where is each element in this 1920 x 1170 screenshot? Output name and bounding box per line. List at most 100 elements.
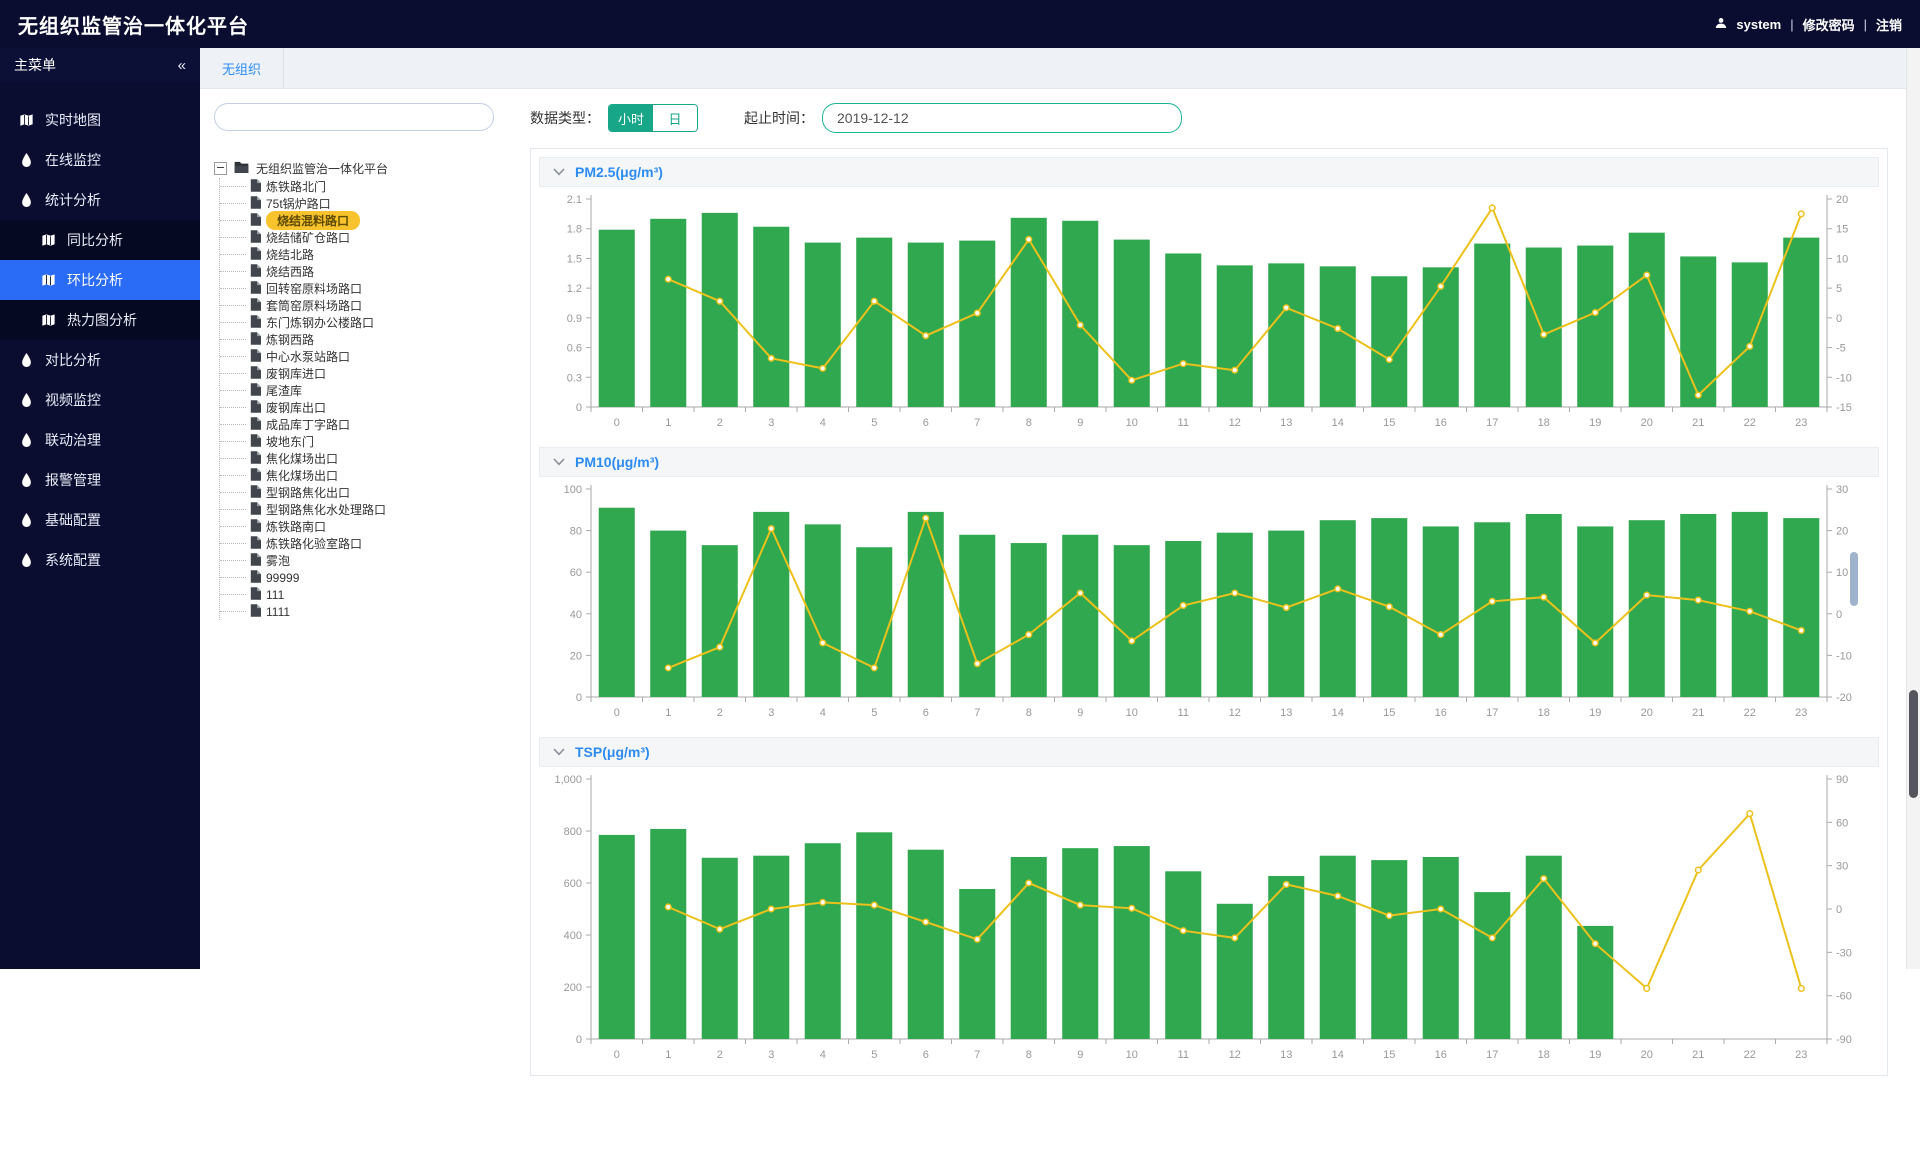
- menu-item-label: 基础配置: [45, 510, 101, 530]
- svg-text:9: 9: [1077, 707, 1083, 719]
- tree-node-9[interactable]: 炼钢西路: [220, 331, 519, 348]
- tree-collapse-icon[interactable]: [214, 162, 227, 175]
- svg-text:5: 5: [871, 1049, 877, 1061]
- sidebar-item-7[interactable]: 基础配置: [0, 500, 200, 540]
- svg-text:21: 21: [1692, 707, 1704, 719]
- sidebar-collapse-icon[interactable]: «: [178, 57, 186, 74]
- chart-panel-1: PM10(μg/m³)020406080100-20-1001020300123…: [539, 447, 1879, 725]
- tree-node-label: 型钢路焦化水处理路口: [266, 501, 386, 518]
- tree-node-13[interactable]: 废钢库出口: [220, 399, 519, 416]
- svg-text:19: 19: [1589, 707, 1601, 719]
- chart-panel-header-1[interactable]: PM10(μg/m³): [539, 447, 1879, 477]
- sidebar-item-5[interactable]: 联动治理: [0, 420, 200, 460]
- sidebar-item-1[interactable]: 在线监控: [0, 140, 200, 180]
- tree-node-4[interactable]: 烧结北路: [220, 246, 519, 263]
- tree-node-21[interactable]: 炼铁路化验室路口: [220, 535, 519, 552]
- hour-button[interactable]: 小时: [609, 105, 653, 131]
- menu-item-label: 环比分析: [67, 270, 123, 290]
- tree-node-5[interactable]: 烧结西路: [220, 263, 519, 280]
- day-button[interactable]: 日: [653, 105, 697, 131]
- tree-node-12[interactable]: 尾渣库: [220, 382, 519, 399]
- tree-node-18[interactable]: 型钢路焦化出口: [220, 484, 519, 501]
- tree-node-24[interactable]: 111: [220, 586, 519, 603]
- sidebar-item-8[interactable]: 系统配置: [0, 540, 200, 580]
- tree-node-0[interactable]: 炼铁路北门: [220, 178, 519, 195]
- tree-node-1[interactable]: 75t锅炉路口: [220, 195, 519, 212]
- sidebar-item-3[interactable]: 对比分析: [0, 340, 200, 380]
- tree-node-3[interactable]: 烧结储矿仓路口: [220, 229, 519, 246]
- content-scrollbar-thumb[interactable]: [1850, 552, 1858, 606]
- svg-text:17: 17: [1486, 707, 1498, 719]
- chart-title: TSP(μg/m³): [575, 744, 650, 760]
- sidebar-item-6[interactable]: 报警管理: [0, 460, 200, 500]
- svg-text:17: 17: [1486, 417, 1498, 429]
- tree-node-14[interactable]: 成品库丁字路口: [220, 416, 519, 433]
- sidebar-item-2[interactable]: 统计分析: [0, 180, 200, 220]
- tree-node-6[interactable]: 回转窑原料场路口: [220, 280, 519, 297]
- sidebar-item-0[interactable]: 实时地图: [0, 100, 200, 140]
- window-scrollbar[interactable]: [1906, 48, 1920, 969]
- sidebar-subitem-2-2[interactable]: 热力图分析: [0, 300, 200, 340]
- svg-text:4: 4: [820, 707, 826, 719]
- sidebar-menu-title: 主菜单 «: [0, 48, 200, 82]
- svg-text:18: 18: [1538, 417, 1550, 429]
- chart-panel-header-2[interactable]: TSP(μg/m³): [539, 737, 1879, 767]
- svg-text:15: 15: [1383, 707, 1395, 719]
- svg-text:18: 18: [1538, 1049, 1550, 1061]
- svg-text:23: 23: [1795, 1049, 1807, 1061]
- svg-text:40: 40: [570, 609, 582, 621]
- chart-svg-0: 00.30.60.91.21.51.82.1-15-10-50510152001…: [539, 187, 1879, 435]
- svg-text:1,000: 1,000: [554, 774, 582, 786]
- svg-text:8: 8: [1026, 1049, 1032, 1061]
- date-range-input[interactable]: [822, 103, 1182, 133]
- tree-node-11[interactable]: 废钢库进口: [220, 365, 519, 382]
- sidebar-item-4[interactable]: 视频监控: [0, 380, 200, 420]
- folder-icon: [234, 161, 249, 176]
- tree-node-22[interactable]: 雾泡: [220, 552, 519, 569]
- tree-node-15[interactable]: 坡地东门: [220, 433, 519, 450]
- svg-text:2: 2: [717, 417, 723, 429]
- tree-node-label: 废钢库出口: [266, 399, 326, 416]
- charts-container: PM2.5(μg/m³)00.30.60.91.21.51.82.1-15-10…: [530, 148, 1888, 1076]
- tree-root-node[interactable]: 无组织监管治一体化平台: [214, 159, 519, 178]
- map-icon: [40, 233, 56, 247]
- drop-icon: [18, 553, 34, 567]
- svg-text:1.8: 1.8: [567, 224, 582, 236]
- chart-panel-header-0[interactable]: PM2.5(μg/m³): [539, 157, 1879, 187]
- tree-node-8[interactable]: 东门炼钢办公楼路口: [220, 314, 519, 331]
- svg-text:13: 13: [1280, 417, 1292, 429]
- tree-node-label: 烧结混料路口: [266, 211, 360, 230]
- window-scrollbar-thumb[interactable]: [1909, 690, 1918, 798]
- svg-text:12: 12: [1229, 707, 1241, 719]
- tree-node-7[interactable]: 套筒窑原料场路口: [220, 297, 519, 314]
- file-icon: [250, 366, 261, 382]
- file-icon: [250, 553, 261, 569]
- tree-node-25[interactable]: 1111: [220, 603, 519, 620]
- tree-node-17[interactable]: 焦化煤场出口: [220, 467, 519, 484]
- svg-text:4: 4: [820, 417, 826, 429]
- tab-wuzuzhi[interactable]: 无组织: [200, 48, 284, 88]
- date-range-label: 起止时间：: [744, 108, 814, 128]
- tree-node-label: 烧结储矿仓路口: [266, 229, 350, 246]
- tree-search-input[interactable]: [214, 103, 494, 131]
- tree-node-20[interactable]: 炼铁路南口: [220, 518, 519, 535]
- svg-text:14: 14: [1332, 1049, 1344, 1061]
- change-password-link[interactable]: 修改密码: [1803, 15, 1855, 34]
- svg-text:2.1: 2.1: [567, 194, 582, 206]
- sidebar: 主菜单 « 实时地图在线监控统计分析同比分析环比分析热力图分析对比分析视频监控联…: [0, 48, 200, 969]
- tree-node-19[interactable]: 型钢路焦化水处理路口: [220, 501, 519, 518]
- logout-link[interactable]: 注销: [1876, 15, 1902, 34]
- tree-node-label: 套筒窑原料场路口: [266, 297, 362, 314]
- svg-text:17: 17: [1486, 1049, 1498, 1061]
- username[interactable]: system: [1736, 17, 1781, 32]
- tree-node-16[interactable]: 焦化煤场出口: [220, 450, 519, 467]
- tab-bar: 无组织: [200, 48, 1920, 89]
- tree-node-label: 炼钢西路: [266, 331, 314, 348]
- tree-node-10[interactable]: 中心水泵站路口: [220, 348, 519, 365]
- sidebar-subitem-2-1[interactable]: 环比分析: [0, 260, 200, 300]
- sidebar-subitem-2-0[interactable]: 同比分析: [0, 220, 200, 260]
- menu-item-label: 统计分析: [45, 190, 101, 210]
- tree-node-23[interactable]: 99999: [220, 569, 519, 586]
- tree-node-2[interactable]: 烧结混料路口: [220, 212, 519, 229]
- svg-text:1: 1: [665, 1049, 671, 1061]
